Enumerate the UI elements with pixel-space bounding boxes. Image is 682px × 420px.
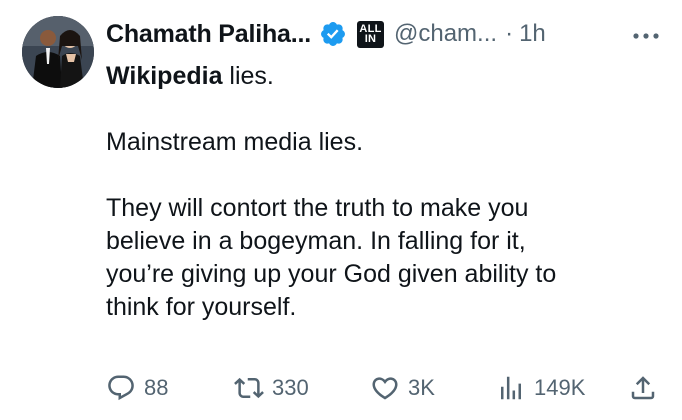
- tweet-header: Chamath Paliha... ALL IN @cham... · 1h: [106, 16, 666, 52]
- paragraph-1: Wikipedia lies.: [106, 60, 666, 93]
- paragraph-3-line-4: think for yourself.: [106, 293, 297, 321]
- paragraph-1-rest: lies.: [222, 62, 274, 90]
- repost-count: 330: [272, 375, 309, 400]
- heart-icon: [372, 377, 398, 400]
- post-time[interactable]: 1h: [519, 20, 546, 48]
- views-count: 149K: [534, 375, 586, 400]
- paragraph-3-line-1: They will contort the truth to make you: [106, 194, 529, 222]
- reply-count: 88: [144, 375, 169, 400]
- views-button[interactable]: 149K: [496, 368, 585, 408]
- affiliate-badge-line-2: IN: [364, 33, 377, 45]
- repost-button[interactable]: 330: [234, 368, 309, 408]
- bold-word: Wikipedia: [106, 62, 223, 90]
- reply-icon: [108, 375, 134, 401]
- author-name[interactable]: Chamath Paliha...: [106, 20, 311, 49]
- affiliate-badge[interactable]: ALL IN: [357, 20, 384, 48]
- reply-button[interactable]: 88: [106, 368, 168, 408]
- paragraph-2: Mainstream media lies.: [106, 128, 364, 156]
- share-icon: [631, 376, 655, 400]
- like-button[interactable]: 3K: [370, 368, 435, 408]
- avatar-photo: [22, 16, 94, 88]
- more-options-icon[interactable]: [626, 22, 666, 50]
- tweet-text: Wikipedia lies. Mainstream media lies. T…: [106, 60, 666, 324]
- verified-badge-icon[interactable]: [319, 20, 347, 48]
- avatar[interactable]: [22, 16, 94, 88]
- separator-dot: ·: [505, 20, 514, 47]
- paragraph-3-line-3: you’re giving up your God given ability …: [106, 260, 557, 288]
- tweet-card[interactable]: Chamath Paliha... ALL IN @cham... · 1h W…: [0, 0, 682, 420]
- analytics-icon: [501, 376, 521, 400]
- paragraph-3-line-2: believe in a bogeyman. In falling for it…: [106, 227, 526, 255]
- author-handle[interactable]: @cham...: [394, 20, 497, 48]
- action-bar: 88 330 3K 149K: [106, 368, 662, 408]
- like-count: 3K: [408, 375, 435, 400]
- share-button[interactable]: [628, 368, 658, 408]
- repost-icon: [234, 377, 264, 399]
